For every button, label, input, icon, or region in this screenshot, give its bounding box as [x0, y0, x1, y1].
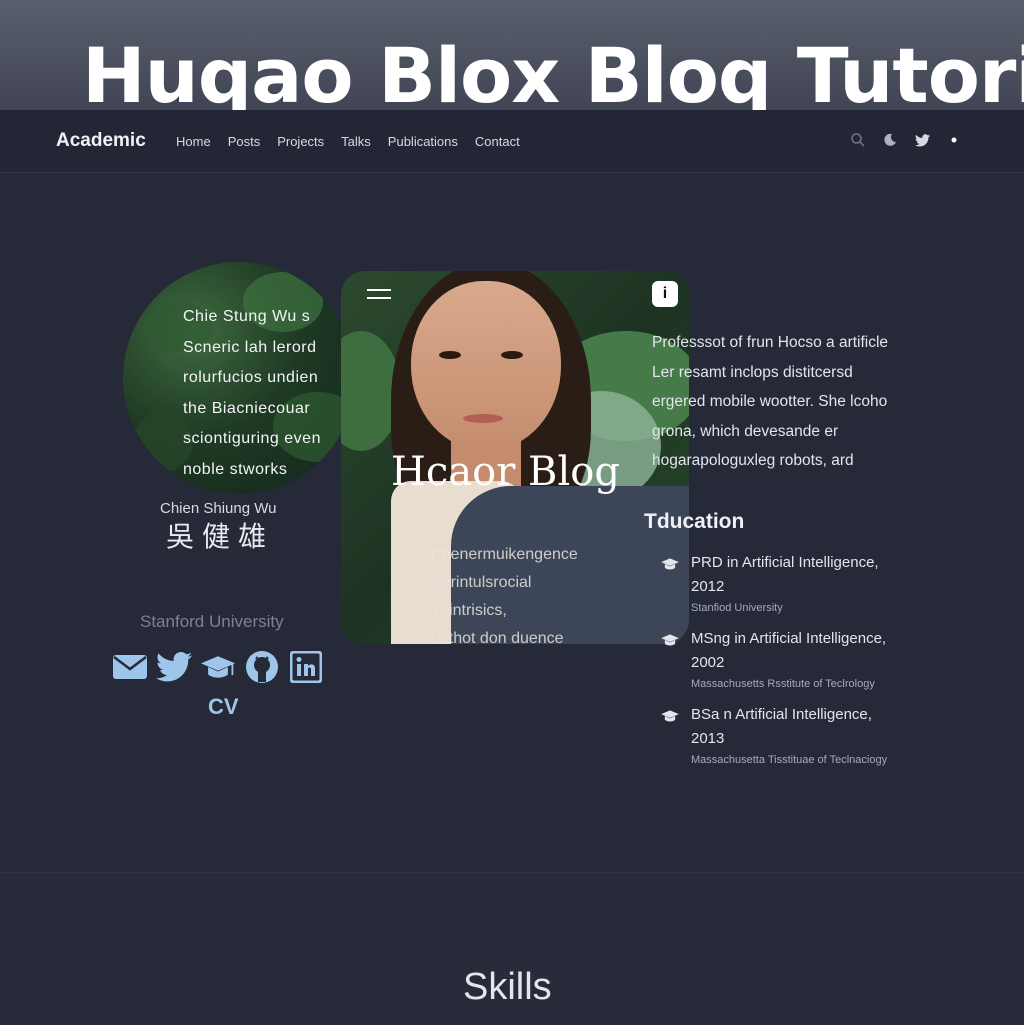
nav-projects[interactable]: Projects — [277, 134, 324, 149]
avatar-text-line: the Biacniecouar — [183, 399, 311, 417]
person-face — [411, 281, 561, 451]
info-icon[interactable]: i — [652, 281, 678, 307]
education-institution: Stanfiod University — [691, 602, 783, 614]
github-icon[interactable] — [244, 650, 280, 684]
lips — [463, 414, 503, 423]
card-text-line: Phenermuikengence — [431, 546, 578, 563]
nav-posts[interactable]: Posts — [228, 134, 261, 149]
eye — [501, 351, 523, 359]
linkedin-icon[interactable] — [288, 650, 324, 684]
top-banner: Huqao Blox Bloq Tutoril — [0, 0, 1024, 120]
card-text-line: bathot don duence — [431, 630, 564, 644]
avatar-text-line: noble stworks — [183, 460, 288, 478]
card-text-line: Tuintrisics, — [431, 602, 507, 619]
bio-line: Ler resamt inclops distitcersd — [652, 363, 853, 381]
profile-name-chinese: 吳健雄 — [166, 520, 275, 553]
avatar-text-line: sciontiguring even — [183, 430, 321, 447]
cv-link[interactable]: CV — [208, 694, 239, 720]
navbar: Academic Home Posts Projects Talks Publi… — [0, 110, 1024, 173]
avatar: Chie Stung Wu s Scneric lah lerord rolur… — [123, 262, 355, 494]
bio-line: ergered mobile wootter. She lcoho — [652, 393, 888, 410]
bio-line: hogarapologuxleg robots, ard — [652, 452, 854, 469]
bio-text: Professsot of frun Hocso a artificle Ler… — [652, 328, 958, 476]
brand-logo[interactable]: Academic — [56, 130, 146, 152]
education-institution: Massachusetta Tisstituae of Teclnaciogy — [691, 754, 888, 766]
graduation-cap-icon — [660, 709, 680, 728]
hamburger-menu-icon[interactable] — [367, 287, 391, 308]
dot-icon[interactable] — [944, 130, 964, 150]
card-text-line: Serintulsrocial — [431, 574, 532, 591]
graduation-cap-icon — [660, 557, 680, 576]
avatar-overlay-text: Chie Stung Wu s Scneric lah lerord rolur… — [183, 302, 353, 485]
moon-icon[interactable] — [880, 130, 900, 150]
card-text: Phenermuikengence Serintulsrocial Tuintr… — [381, 541, 578, 644]
banner-title: Huqao Blox Bloq Tutoril — [82, 31, 1024, 120]
avatar-text-line: Chie Stung Wu s — [183, 308, 311, 325]
education-institution: Massachusetts Rsstitute of Teclrology — [691, 678, 875, 690]
education-year: 2002 — [691, 654, 725, 671]
nav-publications[interactable]: Publications — [388, 134, 458, 149]
avatar-text-line: Scneric lah lerord — [183, 338, 317, 356]
twitter-icon[interactable] — [156, 650, 192, 684]
search-icon[interactable] — [848, 130, 868, 150]
avatar-text-line: rolurfucios undien — [183, 369, 319, 386]
nav-contact[interactable]: Contact — [475, 134, 520, 149]
social-links — [112, 650, 324, 684]
nav-links: Home Posts Projects Talks Publications C… — [176, 134, 520, 149]
site-container: Academic Home Posts Projects Talks Publi… — [0, 110, 1024, 1025]
graduation-cap-icon[interactable] — [200, 650, 236, 684]
twitter-icon[interactable] — [912, 130, 932, 150]
graduation-cap-icon — [660, 633, 680, 652]
profile-photo-card: i Hcaor Blog Phenermuikengence Serintuls… — [341, 271, 689, 644]
education-degree: BSa n Artificial Intelligence, — [691, 706, 872, 723]
eye — [439, 351, 461, 359]
skills-heading: Skills — [463, 966, 552, 1008]
education-degree: MSng in Artificial Intelligence, — [691, 630, 887, 647]
profile-organization[interactable]: Stanford University — [140, 612, 284, 632]
nav-icons — [848, 130, 964, 150]
envelope-icon[interactable] — [112, 650, 148, 684]
card-title: Hcaor Blog — [391, 449, 620, 495]
education-heading: Tducation — [644, 510, 745, 533]
bio-line: grona, which devesande er — [652, 422, 839, 440]
education-degree: PRD in Artificial Intelligence, — [691, 554, 879, 571]
education-year: 2013 — [691, 730, 725, 747]
education-year: 2012 — [691, 578, 725, 595]
nav-home[interactable]: Home — [176, 134, 211, 149]
bio-line: Professsot of frun Hocso a artificle — [652, 334, 889, 351]
nav-talks[interactable]: Talks — [341, 134, 371, 149]
